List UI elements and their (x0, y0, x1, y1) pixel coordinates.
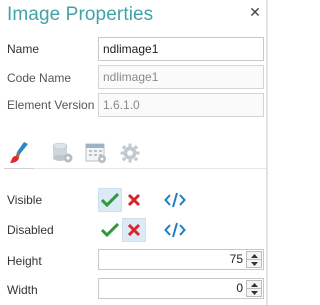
close-icon[interactable]: ✕ (248, 4, 262, 20)
tab-appearance[interactable] (6, 138, 34, 168)
arrow-down-icon (250, 261, 258, 266)
disabled-false-button[interactable] (122, 218, 146, 242)
width-increment-button[interactable] (246, 280, 262, 289)
disabled-code-button[interactable] (162, 218, 188, 242)
arrow-up-icon (250, 282, 258, 287)
name-input[interactable]: ndlimage1 (98, 37, 264, 61)
height-value: 75 (229, 252, 243, 266)
code-icon (164, 192, 186, 208)
visible-options (98, 188, 200, 212)
brush-icon (10, 142, 28, 163)
height-decrement-button[interactable] (246, 260, 262, 268)
height-stepper[interactable]: 75 (98, 249, 264, 270)
database-gear-icon (52, 142, 73, 163)
width-decrement-button[interactable] (246, 289, 262, 297)
active-tab-indicator (4, 168, 34, 169)
tab-settings[interactable] (116, 138, 144, 168)
code-icon (164, 222, 186, 238)
disabled-true-button[interactable] (98, 218, 122, 242)
height-label: Height (7, 254, 42, 268)
calendar-grid-icon (85, 143, 106, 163)
cross-icon (127, 193, 141, 207)
width-label: Width (7, 283, 38, 297)
disabled-options (98, 218, 200, 242)
name-label: Name (7, 42, 40, 56)
panel-title: Image Properties (7, 4, 154, 25)
arrow-up-icon (250, 253, 258, 258)
code-name-field: ndlimage1 (98, 65, 264, 89)
disabled-label: Disabled (7, 223, 54, 237)
width-spin-buttons (246, 280, 262, 297)
tab-data[interactable] (48, 138, 76, 168)
arrow-down-icon (250, 290, 258, 295)
gear-icon (120, 143, 140, 163)
cross-icon (127, 223, 141, 237)
checkmark-icon (101, 223, 119, 237)
tab-divider (34, 168, 266, 169)
code-name-label: Code Name (7, 71, 72, 85)
checkmark-icon (101, 193, 119, 207)
element-version-label: Element Version (7, 98, 95, 112)
height-increment-button[interactable] (246, 251, 262, 260)
tab-events[interactable] (82, 138, 110, 168)
properties-panel: Image Properties ✕ Name ndlimage1 Code N… (0, 0, 268, 305)
visible-true-button[interactable] (98, 188, 122, 212)
visible-false-button[interactable] (122, 188, 146, 212)
visible-code-button[interactable] (162, 188, 188, 212)
element-version-field: 1.6.1.0 (98, 93, 264, 117)
width-value: 0 (236, 281, 243, 295)
visible-label: Visible (7, 193, 43, 207)
height-spin-buttons (246, 251, 262, 268)
property-tabs (0, 138, 266, 172)
width-stepper[interactable]: 0 (98, 278, 264, 299)
